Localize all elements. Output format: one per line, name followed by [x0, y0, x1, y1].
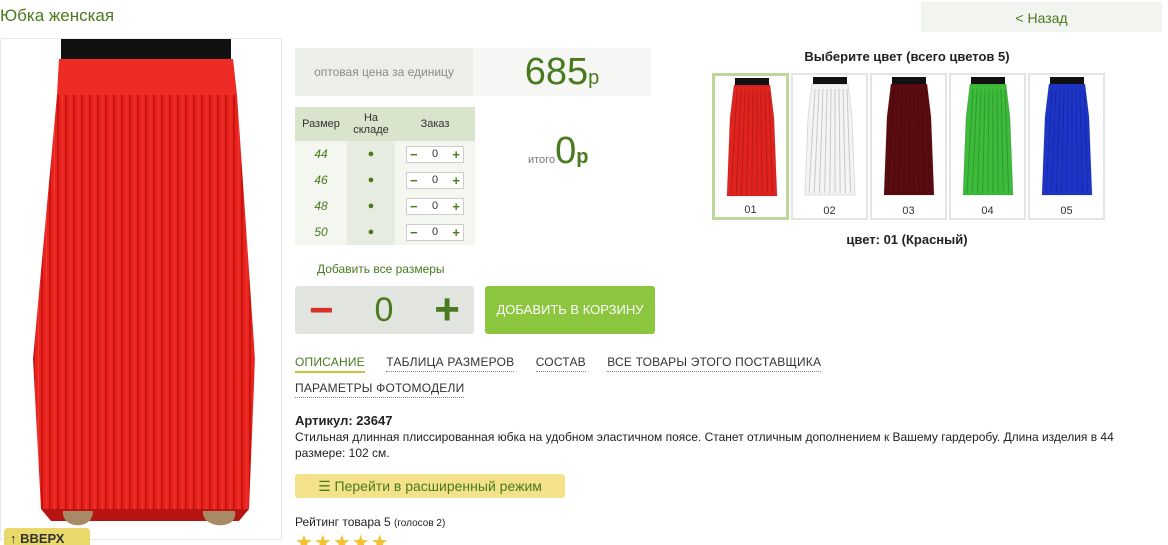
total-currency: р [576, 146, 589, 168]
product-photo[interactable] [0, 38, 282, 540]
total-label: итого [528, 154, 556, 166]
increment-button[interactable]: + [452, 225, 460, 240]
color-number: 05 [1060, 205, 1073, 217]
color-picker-title: Выберите цвет (всего цветов 5) [804, 49, 1010, 64]
price-currency: р [588, 67, 600, 89]
order-stepper: − 0 + [406, 223, 464, 241]
in-stock-dot: ● [347, 167, 395, 193]
order-header: Заказ [395, 107, 475, 141]
extended-mode-button[interactable]: ☰ Перейти в расширенный режим [295, 474, 565, 498]
size-value: 46 [295, 167, 347, 193]
order-total: итого0р [528, 130, 588, 173]
order-stepper: − 0 + [406, 171, 464, 189]
increment-button[interactable]: + [452, 147, 460, 162]
size-row: 44 ● − 0 + [295, 141, 475, 167]
list-icon: ☰ [318, 478, 331, 494]
color-number: 03 [902, 205, 915, 217]
size-table: Размер На складе Заказ 44 ● − 0 + 46 ● − 0 +… [295, 107, 475, 245]
size-value: 44 [295, 141, 347, 167]
order-stepper: − 0 + [406, 197, 464, 215]
tab-all-supplier-products[interactable]: ВСЕ ТОВАРЫ ЭТОГО ПОСТАВЩИКА [607, 355, 822, 372]
add-to-cart-button[interactable]: ДОБАВИТЬ В КОРЗИНУ [485, 286, 655, 334]
skirt-thumbnail [726, 78, 778, 197]
order-qty[interactable]: 0 [432, 174, 438, 186]
quantity-stepper: − 0 + [295, 286, 474, 334]
page-title: Юбка женская [0, 6, 115, 25]
size-value: 50 [295, 219, 347, 245]
tab-composition[interactable]: СОСТАВ [535, 355, 586, 372]
tab-model-params[interactable]: ПАРАМЕТРЫ ФОТОМОДЕЛИ [295, 381, 465, 398]
price-value: 685 [524, 51, 589, 93]
size-value: 48 [295, 193, 347, 219]
in-stock-dot: ● [347, 193, 395, 219]
rating-text: Рейтинг товара 5 [295, 515, 391, 529]
order-stepper: − 0 + [406, 145, 464, 163]
color-number: 02 [823, 205, 836, 217]
skirt-thumbnail [883, 77, 935, 196]
color-number: 04 [981, 205, 994, 217]
order-qty[interactable]: 0 [432, 148, 438, 160]
rating-votes: (голосов 2) [394, 518, 446, 529]
skirt-thumbnail [962, 77, 1014, 196]
total-value: 0 [555, 130, 577, 172]
color-swatch-04[interactable]: 04 [949, 73, 1026, 220]
product-description: Стильная длинная плиссированная юбка на … [295, 430, 1114, 460]
in-stock-dot: ● [347, 141, 395, 167]
quantity-plus-button[interactable]: + [434, 286, 460, 334]
tab-description[interactable]: ОПИСАНИЕ [295, 355, 365, 373]
quantity-value[interactable]: 0 [374, 291, 393, 330]
stock-header: На складе [347, 107, 395, 141]
quantity-minus-button[interactable]: − [309, 286, 334, 334]
color-swatch-01[interactable]: 01 [712, 73, 789, 220]
product-tabs: ОПИСАНИЕ ТАБЛИЦА РАЗМЕРОВ СОСТАВ ВСЕ ТОВ… [295, 355, 855, 407]
scroll-up-button[interactable]: ↑ ВВЕРХ [4, 528, 90, 545]
order-qty[interactable]: 0 [432, 200, 438, 212]
color-swatches: 01 02 03 04 05 [712, 73, 1105, 220]
size-row: 46 ● − 0 + [295, 167, 475, 193]
size-header: Размер [295, 107, 347, 141]
color-number: 01 [744, 204, 757, 216]
decrement-button[interactable]: − [410, 147, 418, 162]
rating: Рейтинг товара 5 (голосов 2) [295, 515, 445, 529]
decrement-button[interactable]: − [410, 199, 418, 214]
skirt-thumbnail [1041, 77, 1093, 196]
size-row: 50 ● − 0 + [295, 219, 475, 245]
size-row: 48 ● − 0 + [295, 193, 475, 219]
back-button[interactable]: < Назад [921, 2, 1162, 32]
increment-button[interactable]: + [452, 173, 460, 188]
price-label: оптовая цена за единицу [295, 48, 473, 96]
decrement-button[interactable]: − [410, 225, 418, 240]
order-qty[interactable]: 0 [432, 226, 438, 238]
in-stock-dot: ● [347, 219, 395, 245]
skirt-image [33, 39, 255, 526]
tab-size-chart[interactable]: ТАБЛИЦА РАЗМЕРОВ [386, 355, 515, 372]
color-swatch-03[interactable]: 03 [870, 73, 947, 220]
price-box: 685р [473, 48, 651, 96]
extended-mode-label: Перейти в расширенный режим [334, 478, 542, 494]
selected-color-label: цвет: 01 (Красный) [846, 232, 968, 247]
increment-button[interactable]: + [452, 199, 460, 214]
skirt-thumbnail [804, 77, 856, 196]
rating-stars[interactable]: ★★★★★ [295, 533, 390, 545]
article-number: Артикул: 23647 [295, 413, 393, 428]
color-swatch-02[interactable]: 02 [791, 73, 868, 220]
color-swatch-05[interactable]: 05 [1028, 73, 1105, 220]
add-all-sizes-link[interactable]: Добавить все размеры [317, 262, 445, 276]
decrement-button[interactable]: − [410, 173, 418, 188]
